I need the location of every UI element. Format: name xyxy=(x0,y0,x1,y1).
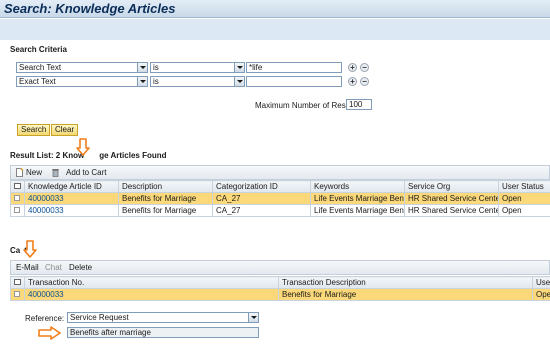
search-criteria-heading: Search Criteria xyxy=(10,45,67,54)
new-document-icon xyxy=(16,168,24,177)
max-results-input[interactable]: 100 xyxy=(346,99,372,110)
column-header[interactable]: Knowledge Article ID xyxy=(24,180,119,193)
category-cell: CA_27 xyxy=(212,192,311,205)
chat-button[interactable]: Chat xyxy=(45,263,62,273)
page-title: Search: Knowledge Articles xyxy=(4,1,176,16)
column-header[interactable]: Transaction Description xyxy=(278,276,533,289)
cart-heading-prefix: Ca xyxy=(10,246,21,255)
criteria-operator-select-1[interactable]: is xyxy=(150,62,245,73)
column-header[interactable]: User xyxy=(532,276,550,289)
chevron-down-icon xyxy=(137,63,147,72)
criteria-field-value-2: Exact Text xyxy=(19,77,56,86)
criteria-operator-value-2: is xyxy=(153,77,159,86)
keywords-cell: Life Events Marriage Benef... xyxy=(310,204,405,217)
cart-table: Transaction No. Transaction Description … xyxy=(10,276,550,301)
chevron-down-icon xyxy=(234,77,244,86)
page-title-bar: Search: Knowledge Articles xyxy=(0,0,550,18)
reference-select[interactable]: Service Request xyxy=(67,312,259,323)
transaction-no-link[interactable]: 40000033 xyxy=(24,288,279,301)
orange-arrow-icon xyxy=(23,240,37,258)
remove-row-button-2[interactable]: − xyxy=(360,77,369,86)
results-header-row: Knowledge Article ID Description Categor… xyxy=(10,180,550,193)
table-settings-icon[interactable] xyxy=(10,276,25,289)
transaction-description-cell: Benefits for Marriage xyxy=(278,288,533,301)
criteria-field-value-1: Search Text xyxy=(19,63,62,72)
status-cell: Open xyxy=(498,192,550,205)
description-cell: Benefits for Marriage xyxy=(118,192,213,205)
chevron-down-icon xyxy=(248,313,258,322)
results-table: Knowledge Article ID Description Categor… xyxy=(10,180,550,217)
cart-header-row: Transaction No. Transaction Description … xyxy=(10,276,550,289)
add-row-button-2[interactable]: + xyxy=(348,77,357,86)
result-heading-prefix: Result List: 2 Know xyxy=(10,151,85,160)
column-header[interactable]: User Status xyxy=(498,180,550,193)
reference-select-value: Service Request xyxy=(70,313,129,322)
article-id-link[interactable]: 40000033 xyxy=(24,204,119,217)
service-org-cell: HR Shared Service Center xyxy=(404,204,499,217)
trash-icon[interactable] xyxy=(51,168,60,177)
search-button[interactable]: Search xyxy=(17,124,51,136)
chevron-down-icon xyxy=(234,63,244,72)
criteria-value-input-1[interactable]: *life xyxy=(246,62,342,73)
add-to-cart-button[interactable]: Add to Cart xyxy=(66,168,106,178)
category-cell: CA_27 xyxy=(212,204,311,217)
header-band xyxy=(0,19,550,40)
description-cell: Benefits for Marriage xyxy=(118,204,213,217)
criteria-value-input-2[interactable] xyxy=(246,76,342,87)
table-row[interactable]: 40000033 Benefits for Marriage CA_27 Lif… xyxy=(10,192,550,205)
column-header[interactable]: Transaction No. xyxy=(24,276,279,289)
orange-arrow-icon xyxy=(38,326,61,340)
column-header[interactable]: Description xyxy=(118,180,213,193)
criteria-operator-select-2[interactable]: is xyxy=(150,76,245,87)
criteria-field-select-2[interactable]: Exact Text xyxy=(16,76,148,87)
clear-button[interactable]: Clear xyxy=(51,124,79,136)
new-button[interactable]: New xyxy=(26,168,42,178)
keywords-cell: Life Events Marriage Benef... xyxy=(310,192,405,205)
table-row[interactable]: 40000033 Benefits for Marriage CA_27 Lif… xyxy=(10,204,550,217)
result-heading-suffix: ge Articles Found xyxy=(99,151,167,160)
service-org-cell: HR Shared Service Center xyxy=(404,192,499,205)
results-toolbar: New Add to Cart xyxy=(10,165,550,180)
column-header[interactable]: Keywords xyxy=(310,180,405,193)
chevron-down-icon xyxy=(137,77,147,86)
status-cell: Open xyxy=(498,204,550,217)
row-selector[interactable] xyxy=(10,192,25,205)
column-header[interactable]: Service Org xyxy=(404,180,499,193)
row-selector[interactable] xyxy=(10,204,25,217)
reference-label: Reference: xyxy=(25,314,65,323)
criteria-field-select-1[interactable]: Search Text xyxy=(16,62,148,73)
orange-arrow-icon xyxy=(76,138,90,156)
reference-text-field[interactable]: Benefits after marriage xyxy=(67,327,259,338)
email-button[interactable]: E-Mail xyxy=(16,263,39,273)
user-cell: Open xyxy=(532,288,550,301)
table-settings-icon[interactable] xyxy=(10,180,25,193)
remove-row-button-1[interactable]: − xyxy=(360,63,369,72)
cart-toolbar: E-Mail Chat Delete xyxy=(10,260,550,275)
add-row-button-1[interactable]: + xyxy=(348,63,357,72)
article-id-link[interactable]: 40000033 xyxy=(24,192,119,205)
delete-button[interactable]: Delete xyxy=(69,263,92,273)
max-results-label: Maximum Number of Results: xyxy=(255,101,361,110)
row-selector[interactable] xyxy=(10,288,25,301)
column-header[interactable]: Categorization ID xyxy=(212,180,311,193)
table-row[interactable]: 40000033 Benefits for Marriage Open xyxy=(10,288,550,301)
criteria-operator-value-1: is xyxy=(153,63,159,72)
